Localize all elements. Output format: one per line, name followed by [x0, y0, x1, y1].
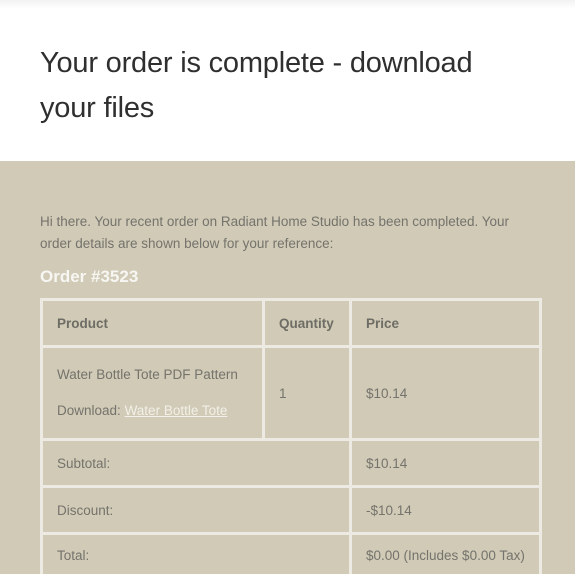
column-header-product: Product	[40, 298, 262, 345]
value-discount: -$10.14	[349, 485, 542, 532]
cell-product: Water Bottle Tote PDF Pattern Download: …	[40, 345, 262, 438]
download-label: Download:	[57, 403, 121, 418]
cell-price: $10.14	[349, 345, 542, 438]
column-header-price: Price	[349, 298, 542, 345]
table-row-total: Total: $0.00 (Includes $0.00 Tax)	[40, 532, 542, 574]
label-discount: Discount:	[40, 485, 349, 532]
email-order-complete-page: Your order is complete - download your f…	[0, 0, 575, 574]
download-line: Download: Water Bottle Tote	[57, 402, 248, 420]
top-edge-strip	[0, 0, 575, 9]
label-subtotal: Subtotal:	[40, 438, 349, 485]
order-number-heading: Order #3523	[40, 267, 139, 286]
table-row: Water Bottle Tote PDF Pattern Download: …	[40, 345, 542, 438]
label-total: Total:	[40, 532, 349, 574]
table-row-subtotal: Subtotal: $10.14	[40, 438, 542, 485]
page-title: Your order is complete - download your f…	[40, 47, 473, 124]
cell-quantity: 1	[262, 345, 349, 438]
download-link[interactable]: Water Bottle Tote	[125, 403, 228, 418]
table-header-row: Product Quantity Price	[40, 298, 542, 345]
intro-paragraph: Hi there. Your recent order on Radiant H…	[40, 214, 510, 251]
order-details-table: Product Quantity Price Water Bottle Tote…	[40, 298, 542, 574]
header-band: Your order is complete - download your f…	[0, 9, 575, 161]
column-header-quantity: Quantity	[262, 298, 349, 345]
content-band: Hi there. Your recent order on Radiant H…	[0, 161, 575, 574]
product-name: Water Bottle Tote PDF Pattern	[57, 367, 238, 382]
value-subtotal: $10.14	[349, 438, 542, 485]
table-row-discount: Discount: -$10.14	[40, 485, 542, 532]
value-total: $0.00 (Includes $0.00 Tax)	[349, 532, 542, 574]
